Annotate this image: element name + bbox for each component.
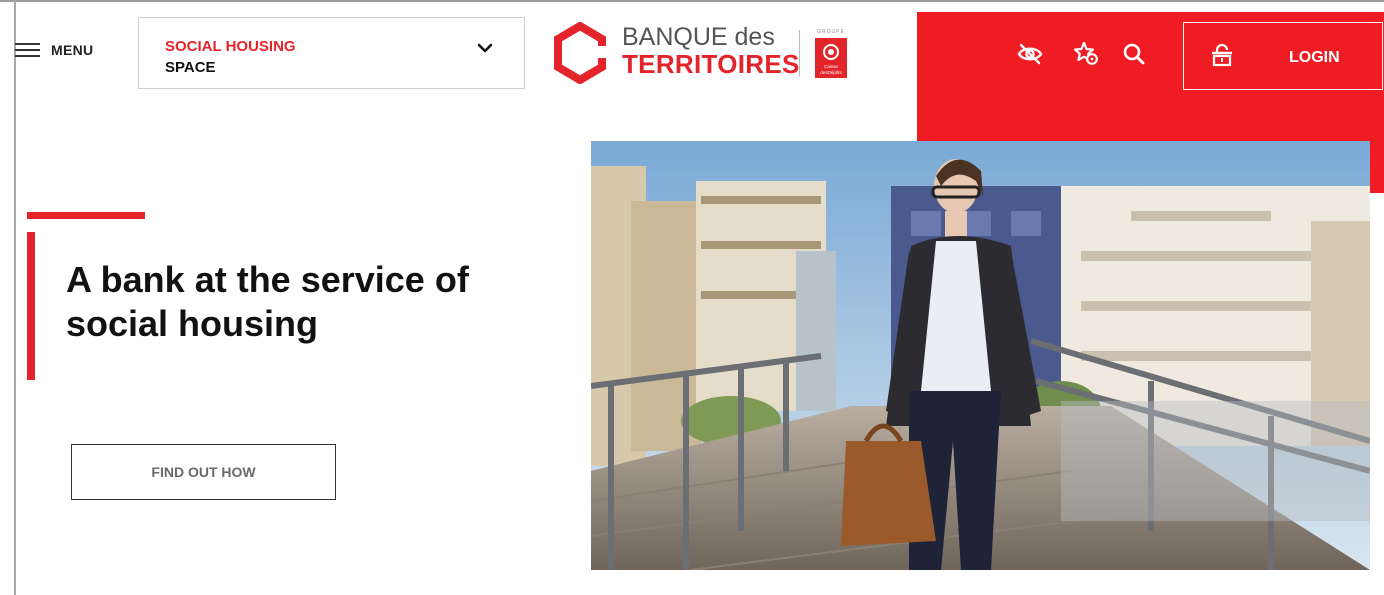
- search-icon[interactable]: [1121, 41, 1147, 67]
- caisse-des-depots-seal-icon: GROUPE Caisse desDépôts: [815, 29, 847, 78]
- find-out-how-label: FIND OUT HOW: [151, 464, 256, 480]
- space-selector-title: SOCIAL HOUSING: [165, 38, 296, 55]
- lock-icon: [1212, 43, 1232, 67]
- menu-button[interactable]: MENU: [15, 42, 93, 58]
- brand-logo[interactable]: BANQUE des TERRITOIRES GROUPE Caisse des…: [554, 22, 854, 84]
- title-accent-bar-horizontal: [27, 212, 145, 219]
- logo-separator: [799, 30, 800, 76]
- page-left-border: [14, 0, 16, 595]
- title-accent-bar-vertical: [27, 232, 35, 380]
- find-out-how-button[interactable]: FIND OUT HOW: [71, 444, 336, 500]
- hamburger-icon: [15, 42, 40, 58]
- hexagon-logo-icon: [554, 22, 606, 84]
- login-label: LOGIN: [1289, 49, 1340, 66]
- space-selector-subtitle: SPACE: [165, 59, 216, 76]
- hero-photo-illustration: [591, 141, 1370, 570]
- svg-text:Caisse: Caisse: [824, 64, 838, 69]
- menu-label: MENU: [51, 42, 94, 58]
- hero-title: A bank at the service of social housing: [66, 259, 469, 344]
- eye-accessibility-icon[interactable]: [1017, 41, 1043, 67]
- svg-text:GROUPE: GROUPE: [817, 29, 845, 35]
- logo-text-line2: TERRITOIRES: [622, 49, 800, 79]
- star-location-icon[interactable]: [1073, 41, 1099, 67]
- hero-image: [591, 141, 1370, 570]
- login-button[interactable]: LOGIN: [1183, 22, 1383, 90]
- page-top-border: [0, 0, 1384, 2]
- chevron-down-icon: [477, 43, 493, 53]
- space-selector[interactable]: SOCIAL HOUSING SPACE: [138, 17, 525, 89]
- svg-text:desDépôts: desDépôts: [820, 70, 842, 75]
- logo-text-line1: BANQUE des: [622, 23, 775, 51]
